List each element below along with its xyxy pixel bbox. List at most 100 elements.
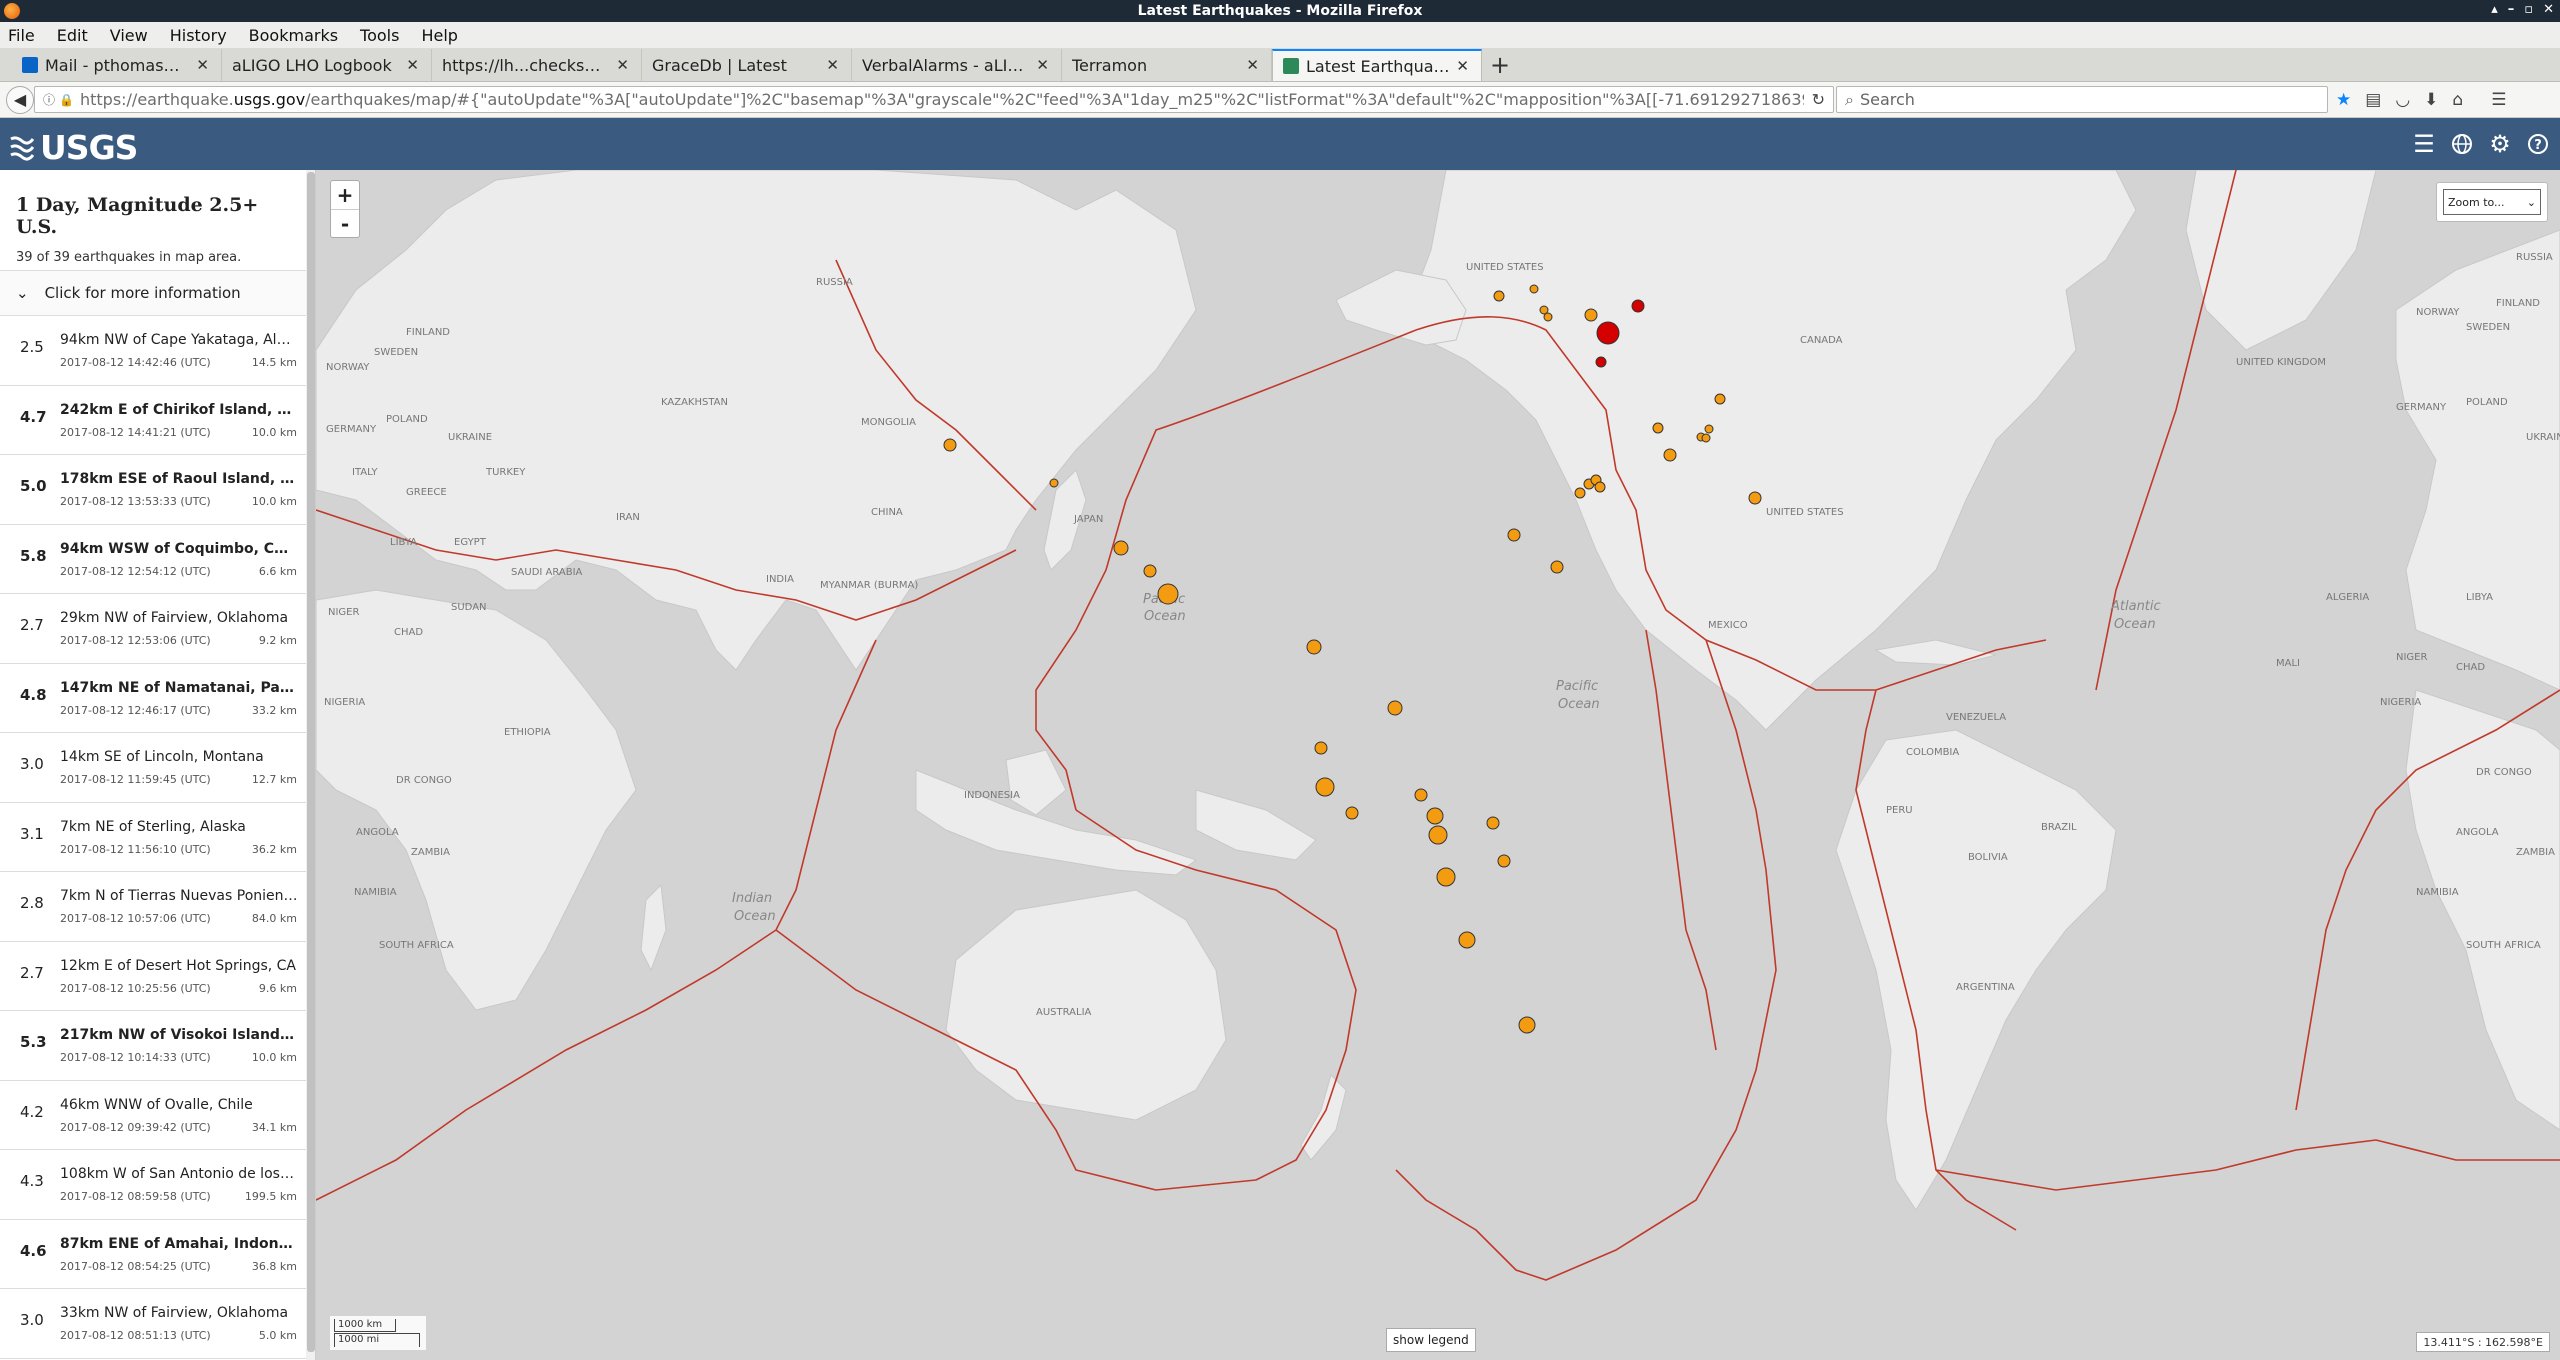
earthquake-list-item[interactable]: 4.7 242km E of Chirikof Island, Alaska 201… xyxy=(0,386,315,455)
earthquake-marker[interactable] xyxy=(1584,308,1598,322)
close-icon[interactable]: ✕ xyxy=(2543,2,2554,17)
usgs-logo[interactable]: USGS xyxy=(10,128,138,167)
earthquake-marker[interactable] xyxy=(1704,424,1714,434)
zoom-out-button[interactable]: - xyxy=(331,209,359,237)
tab-terramon[interactable]: Terramon ✕ xyxy=(1062,49,1272,81)
new-tab-button[interactable]: + xyxy=(1482,49,1518,81)
map-view[interactable]: RUSSIA KAZAKHSTAN MONGOLIA CHINA INDIA I… xyxy=(316,170,2560,1360)
earthquake-marker[interactable] xyxy=(1113,540,1129,556)
earthquake-marker[interactable] xyxy=(1306,639,1322,655)
earthquake-list-item[interactable]: 3.0 14km SE of Lincoln, Montana 2017-08-12… xyxy=(0,733,315,803)
earthquake-marker[interactable] xyxy=(1595,356,1607,368)
bookmark-star-icon[interactable]: ★ xyxy=(2336,90,2351,110)
reading-list-icon[interactable]: ▤ xyxy=(2365,90,2381,110)
zoom-to-select[interactable]: Zoom to... ⌄ xyxy=(2443,189,2541,215)
earthquake-marker[interactable] xyxy=(1414,788,1428,802)
search-bar[interactable]: ⌕ Search xyxy=(1836,86,2328,113)
earthquake-marker[interactable] xyxy=(1315,777,1335,797)
earthquake-list-item[interactable]: 4.6 87km ENE of Amahai, Indonesia 2017-08-… xyxy=(0,1220,315,1289)
earthquake-marker[interactable] xyxy=(1652,422,1664,434)
earthquake-marker[interactable] xyxy=(1387,700,1403,716)
earthquake-list-item[interactable]: 5.3 217km NW of Visokoi Island, Sou... 201… xyxy=(0,1011,315,1081)
earthquake-marker[interactable] xyxy=(1714,393,1726,405)
tab-verbalalarms[interactable]: VerbalAlarms - aLIG... ✕ xyxy=(852,49,1062,81)
tab-close-icon[interactable]: ✕ xyxy=(826,56,839,74)
url-bar[interactable]: ⓘ 🔒 https://earthquake.usgs.gov/earthqua… xyxy=(34,86,1834,113)
tab-close-icon[interactable]: ✕ xyxy=(196,56,209,74)
list-icon[interactable]: ☰ xyxy=(2412,130,2436,158)
earthquake-list-item[interactable]: 5.8 94km WSW of Coquimbo, Chile 2017-08-12… xyxy=(0,525,315,594)
menu-tools[interactable]: Tools xyxy=(360,26,399,45)
restore-icon[interactable]: – xyxy=(2508,2,2515,17)
earthquake-list-item[interactable]: 2.8 7km N of Tierras Nuevas Poniente, ...… xyxy=(0,872,315,942)
menu-file[interactable]: File xyxy=(8,26,35,45)
menu-edit[interactable]: Edit xyxy=(57,26,88,45)
tab-latest-earthquakes[interactable]: Latest Earthquakes ✕ xyxy=(1272,49,1482,81)
earthquake-marker[interactable] xyxy=(1436,867,1456,887)
earthquake-marker[interactable] xyxy=(943,438,957,452)
earthquake-marker[interactable] xyxy=(1596,321,1620,345)
earthquake-list-item[interactable]: 4.8 147km NE of Namatanai, Papua ... 2017-… xyxy=(0,664,315,733)
zoom-in-button[interactable]: + xyxy=(331,181,359,209)
download-icon[interactable]: ⬇ xyxy=(2424,90,2438,110)
scrollbar-thumb[interactable] xyxy=(307,172,315,1352)
tab-close-icon[interactable]: ✕ xyxy=(1036,56,1049,74)
earthquake-marker[interactable] xyxy=(1458,931,1476,949)
minimize-icon[interactable]: ▴ xyxy=(2491,2,2498,17)
earthquake-marker[interactable] xyxy=(1507,528,1521,542)
earthquake-marker[interactable] xyxy=(1663,448,1677,462)
earthquake-marker[interactable] xyxy=(1157,583,1179,605)
reload-icon[interactable]: ↻ xyxy=(1812,90,1825,109)
earthquake-marker[interactable] xyxy=(1426,807,1444,825)
earthquake-marker[interactable] xyxy=(1493,290,1505,302)
earthquake-marker[interactable] xyxy=(1529,284,1539,294)
hamburger-menu-icon[interactable]: ☰ xyxy=(2491,90,2506,110)
tab-checksheet[interactable]: https://lh...checksheet ✕ xyxy=(432,49,642,81)
tab-close-icon[interactable]: ✕ xyxy=(616,56,629,74)
tab-logbook[interactable]: aLIGO LHO Logbook ✕ xyxy=(222,49,432,81)
tab-close-icon[interactable]: ✕ xyxy=(1456,57,1469,75)
earthquake-list-item[interactable]: 5.0 178km ESE of Raoul Island, New ... 201… xyxy=(0,455,315,525)
globe-icon[interactable] xyxy=(2450,132,2474,156)
earthquake-marker[interactable] xyxy=(1486,816,1500,830)
menu-help[interactable]: Help xyxy=(421,26,457,45)
earthquake-marker[interactable] xyxy=(1518,1016,1536,1034)
earthquake-list-item[interactable]: 4.2 46km WNW of Ovalle, Chile 2017-08-12 0… xyxy=(0,1081,315,1150)
earthquake-marker[interactable] xyxy=(1143,564,1157,578)
earthquake-list-item[interactable]: 3.1 7km NE of Sterling, Alaska 2017-08-12 … xyxy=(0,803,315,872)
show-legend-button[interactable]: show legend xyxy=(1386,1328,1476,1352)
list-scrollbar[interactable] xyxy=(306,170,315,1360)
earthquake-marker[interactable] xyxy=(1497,854,1511,868)
earthquake-list-item[interactable]: 2.7 12km E of Desert Hot Springs, CA 2017-… xyxy=(0,942,315,1011)
maximize-icon[interactable]: ▫ xyxy=(2524,2,2533,17)
more-info-toggle[interactable]: ⌄ Click for more information xyxy=(0,270,315,316)
tab-close-icon[interactable]: ✕ xyxy=(406,56,419,74)
tab-close-icon[interactable]: ✕ xyxy=(1246,56,1259,74)
earthquake-marker[interactable] xyxy=(1049,478,1059,488)
help-icon[interactable]: ? xyxy=(2526,132,2550,156)
earthquake-marker[interactable] xyxy=(1550,560,1564,574)
earthquake-marker[interactable] xyxy=(1543,312,1553,322)
earthquake-list-item[interactable]: 4.3 108km W of San Antonio de los Cob... 2… xyxy=(0,1150,315,1220)
earthquake-marker[interactable] xyxy=(1428,825,1448,845)
tab-gracedb[interactable]: GraceDb | Latest ✕ xyxy=(642,49,852,81)
pocket-icon[interactable]: ◡ xyxy=(2395,90,2410,110)
earthquake-marker[interactable] xyxy=(1314,741,1328,755)
menu-view[interactable]: View xyxy=(110,26,148,45)
earthquake-marker[interactable] xyxy=(1748,491,1762,505)
earthquake-marker[interactable] xyxy=(1631,299,1645,313)
back-button[interactable]: ◀ xyxy=(6,85,34,114)
earthquake-list-item[interactable]: 3.0 33km NW of Fairview, Oklahoma 2017-08-… xyxy=(0,1289,315,1359)
earthquake-list-item[interactable]: 2.5 94km NW of Cape Yakataga, Alaska 2017-… xyxy=(0,316,315,386)
menu-bookmarks[interactable]: Bookmarks xyxy=(249,26,338,45)
tab-mail[interactable]: Mail - pthomas@c... ✕ xyxy=(12,49,222,81)
earthquake-marker[interactable] xyxy=(1594,481,1606,493)
settings-gear-icon[interactable]: ⚙ xyxy=(2488,130,2512,158)
info-icon[interactable]: ⓘ xyxy=(43,91,55,108)
earthquake-marker[interactable] xyxy=(1345,806,1359,820)
home-icon[interactable]: ⌂ xyxy=(2452,90,2463,110)
earthquake-list-item[interactable]: 2.7 29km NW of Fairview, Oklahoma 2017-08-… xyxy=(0,594,315,664)
world-map[interactable]: RUSSIA KAZAKHSTAN MONGOLIA CHINA INDIA I… xyxy=(316,170,2560,1360)
earthquake-marker[interactable] xyxy=(1701,433,1711,443)
menu-history[interactable]: History xyxy=(170,26,227,45)
